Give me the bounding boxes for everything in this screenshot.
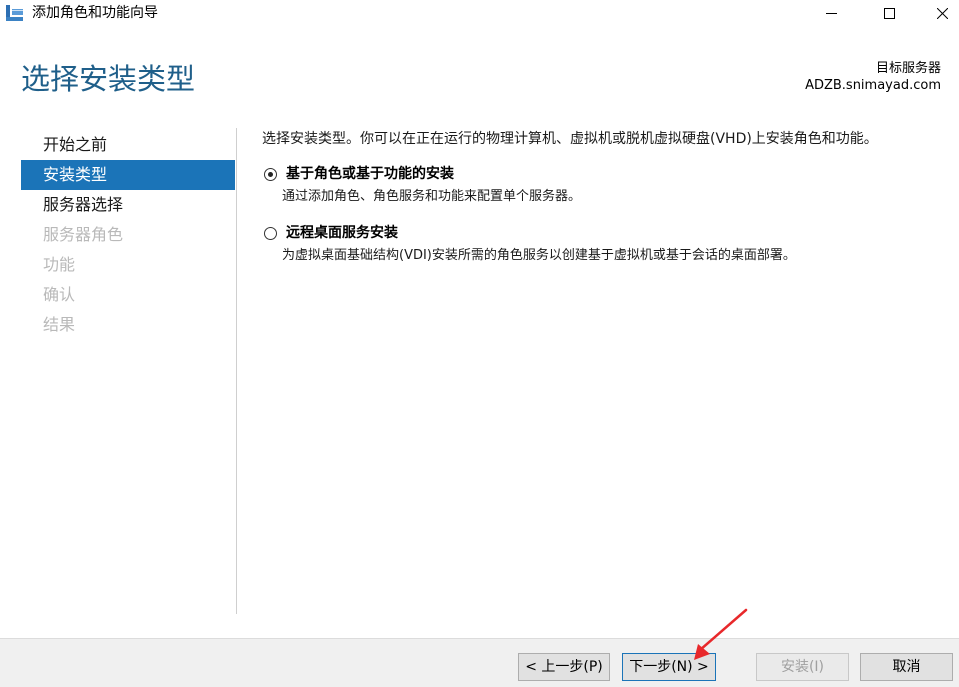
- annotation-arrow-icon: [694, 608, 748, 660]
- destination-server-label: 目标服务器: [875, 61, 941, 76]
- nav-item-confirmation: 确认: [43, 285, 76, 304]
- minimize-button[interactable]: [808, 0, 854, 26]
- option-description: 通过添加角色、角色服务和功能来配置单个服务器。: [282, 189, 582, 204]
- minimize-icon: [825, 8, 837, 19]
- title-bar: 添加角色和功能向导: [0, 0, 959, 26]
- close-button[interactable]: [919, 0, 959, 26]
- window-title: 添加角色和功能向导: [32, 5, 158, 21]
- install-button: 安装(I): [756, 653, 849, 681]
- intro-text: 选择安装类型。你可以在正在运行的物理计算机、虚拟机或脱机虚拟硬盘(VHD)上安装…: [262, 131, 878, 147]
- nav-item-server-roles: 服务器角色: [43, 225, 124, 244]
- maximize-button[interactable]: [866, 0, 912, 26]
- close-icon: [936, 7, 948, 19]
- nav-item-before-you-begin[interactable]: 开始之前: [21, 130, 235, 160]
- radio-role-based[interactable]: [264, 168, 277, 181]
- cancel-button[interactable]: 取消: [860, 653, 953, 681]
- option-label[interactable]: 基于角色或基于功能的安装: [286, 166, 454, 183]
- destination-server-name: ADZB.snimayad.com: [805, 78, 941, 93]
- nav-item-installation-type[interactable]: 安装类型: [21, 160, 235, 190]
- nav-item-features: 功能: [43, 255, 76, 274]
- option-description: 为虚拟桌面基础结构(VDI)安装所需的角色服务以创建基于虚拟机或基于会话的桌面部…: [282, 248, 796, 263]
- nav-item-results: 结果: [43, 315, 76, 334]
- radio-remote-desktop[interactable]: [264, 227, 277, 240]
- nav-divider: [236, 128, 237, 614]
- server-manager-icon: [6, 5, 23, 21]
- previous-button[interactable]: < 上一步(P): [518, 653, 610, 681]
- page-title: 选择安装类型: [21, 62, 196, 96]
- maximize-icon: [883, 7, 895, 19]
- nav-item-server-selection[interactable]: 服务器选择: [21, 190, 235, 220]
- option-label[interactable]: 远程桌面服务安装: [286, 225, 398, 242]
- wizard-step-nav: 开始之前 安装类型 服务器选择 服务器角色 功能 确认 结果: [21, 130, 235, 340]
